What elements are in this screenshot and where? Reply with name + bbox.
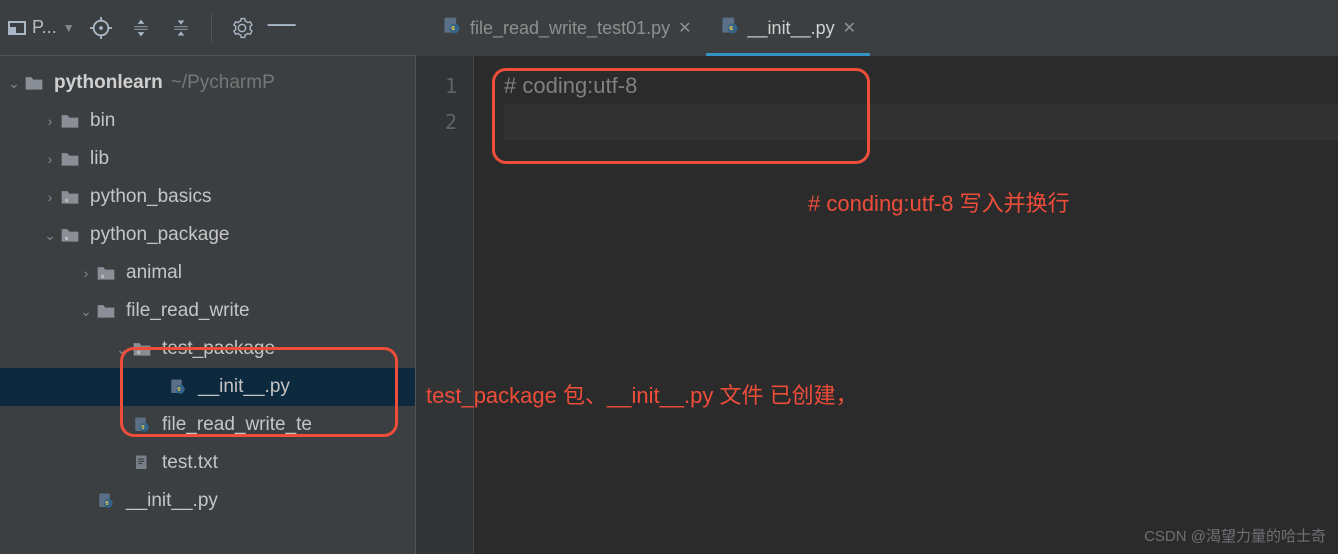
chevron-down-icon[interactable]: ⌄: [76, 303, 96, 320]
package-icon: [60, 226, 84, 244]
python-file-icon: [132, 416, 156, 434]
project-label: P...: [32, 17, 57, 38]
tree-item-bin[interactable]: › bin: [0, 102, 415, 140]
tab-label: file_read_write_test01.py: [470, 18, 670, 39]
tree-label: __init__.py: [198, 376, 290, 398]
collapse-all-icon[interactable]: [167, 14, 195, 42]
annotation-text-2: test_package 包、__init__.py 文件 已创建，: [426, 378, 858, 410]
folder-icon: [96, 302, 120, 320]
tree-item-file-read-write[interactable]: ⌄ file_read_write: [0, 292, 415, 330]
tab-label: __init__.py: [748, 18, 835, 39]
tree-item-python-package[interactable]: ⌄ python_package: [0, 216, 415, 254]
package-icon: [96, 264, 120, 282]
tree-item-file-rw-test[interactable]: file_read_write_te: [0, 406, 415, 444]
line-number: 2: [416, 104, 473, 140]
chevron-down-icon[interactable]: ⌄: [40, 227, 60, 244]
chevron-down-icon[interactable]: ⌄: [112, 341, 132, 358]
line-number: 1: [416, 68, 473, 104]
chevron-right-icon[interactable]: ›: [40, 151, 60, 167]
folder-icon: [60, 150, 84, 168]
close-icon[interactable]: ✕: [678, 18, 691, 38]
tree-root-pythonlearn[interactable]: ⌄ pythonlearn ~/PycharmP: [0, 64, 415, 102]
project-selector[interactable]: P... ▼: [8, 17, 75, 38]
target-icon[interactable]: [87, 14, 115, 42]
chevron-right-icon[interactable]: ›: [76, 265, 96, 281]
divider: [211, 14, 212, 42]
tree-label: pythonlearn: [54, 72, 163, 94]
chevron-right-icon[interactable]: ›: [40, 113, 60, 129]
python-file-icon: [442, 16, 462, 41]
close-icon[interactable]: ✕: [843, 18, 856, 38]
dropdown-icon: ▼: [63, 21, 75, 35]
tree-label: test.txt: [162, 452, 218, 474]
tree-item-python-basics[interactable]: › python_basics: [0, 178, 415, 216]
chevron-right-icon[interactable]: ›: [40, 189, 60, 205]
tab-init-py[interactable]: __init__.py ✕: [706, 0, 870, 56]
gear-icon[interactable]: [228, 14, 256, 42]
project-tree: ⌄ pythonlearn ~/PycharmP › bin › lib › p…: [0, 56, 416, 554]
project-icon: [8, 21, 26, 35]
python-file-icon: [96, 492, 120, 510]
tree-item-animal[interactable]: › animal: [0, 254, 415, 292]
tree-item-lib[interactable]: › lib: [0, 140, 415, 178]
tree-label: __init__.py: [126, 490, 218, 512]
tree-item-test-txt[interactable]: test.txt: [0, 444, 415, 482]
tree-item-pkg-init[interactable]: __init__.py: [0, 482, 415, 520]
text-file-icon: [132, 454, 156, 472]
folder-icon: [24, 74, 48, 92]
python-file-icon: [720, 16, 740, 41]
tree-label: bin: [90, 110, 115, 132]
watermark: CSDN @渴望力量的哈士奇: [1144, 525, 1326, 546]
chevron-down-icon[interactable]: ⌄: [4, 75, 24, 92]
tree-label: file_read_write_te: [162, 414, 312, 436]
tree-label: animal: [126, 262, 182, 284]
folder-icon: [60, 112, 84, 130]
editor-tabs: file_read_write_test01.py ✕ __init__.py …: [416, 0, 1338, 56]
package-icon: [132, 340, 156, 358]
tree-item-init-py-selected[interactable]: __init__.py: [0, 368, 415, 406]
tree-label: test_package: [162, 338, 275, 360]
gutter: 1 2: [416, 56, 474, 554]
code-line-1: # coding:utf-8: [504, 68, 1338, 104]
tree-label: python_package: [90, 224, 229, 246]
tree-item-test-package[interactable]: ⌄ test_package: [0, 330, 415, 368]
code-line-2: [504, 104, 1338, 140]
tree-path: ~/PycharmP: [171, 72, 275, 94]
tree-label: lib: [90, 148, 109, 170]
tab-file-read-write-test01[interactable]: file_read_write_test01.py ✕: [428, 0, 706, 56]
tree-label: python_basics: [90, 186, 211, 208]
tree-label: file_read_write: [126, 300, 250, 322]
package-icon: [60, 188, 84, 206]
python-file-icon: [168, 378, 192, 396]
minimize-icon[interactable]: —: [268, 9, 296, 37]
expand-all-icon[interactable]: [127, 14, 155, 42]
annotation-text-1: # conding:utf-8 写入并换行: [808, 186, 1070, 218]
editor-area: 1 2 # coding:utf-8: [416, 56, 1338, 554]
code-editor[interactable]: # coding:utf-8: [474, 56, 1338, 554]
